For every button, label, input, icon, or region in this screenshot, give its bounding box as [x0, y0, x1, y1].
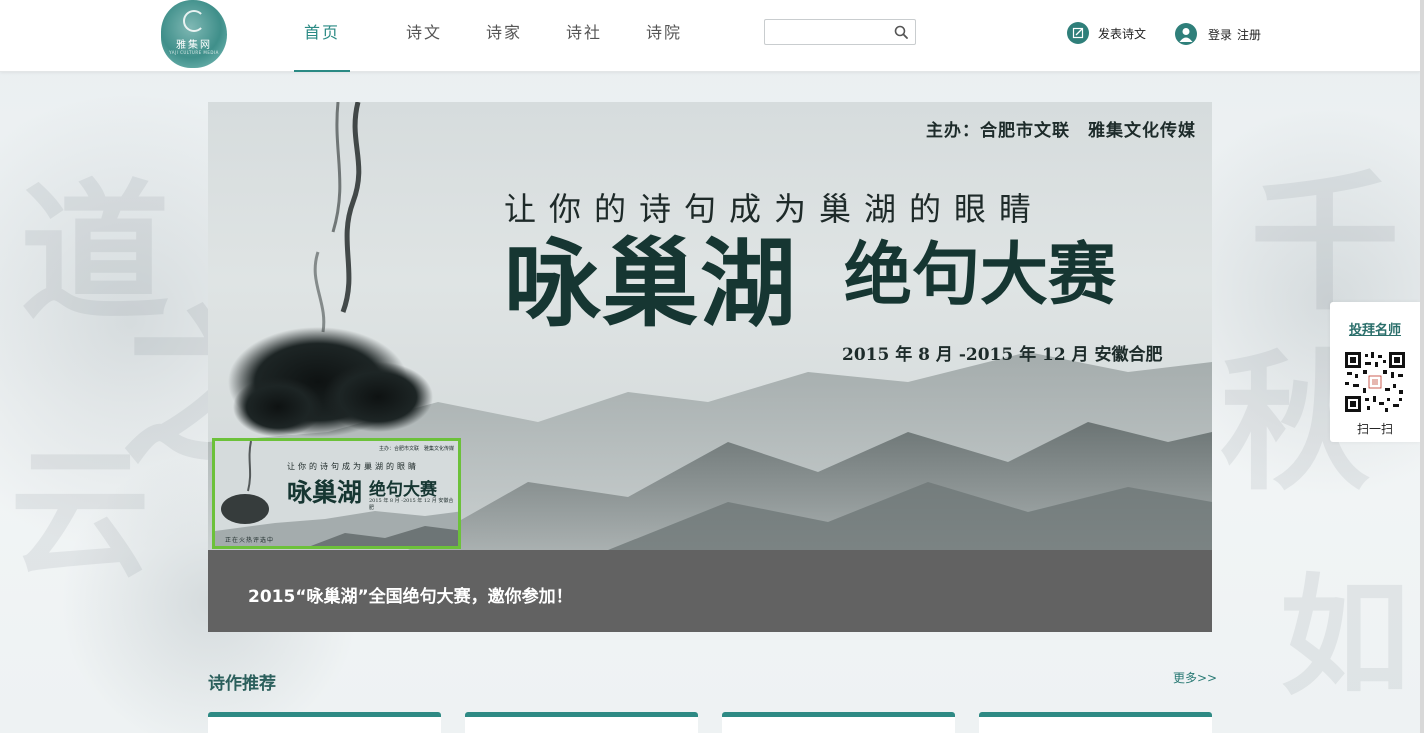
thumbnail-slogan: 让你的诗句成为巢湖的眼睛: [287, 462, 419, 471]
side-widget: 投拜名师 扫一扫: [1330, 302, 1420, 442]
thumbnail-main-title: 咏巢湖: [287, 478, 363, 507]
side-widget-title[interactable]: 投拜名师: [1330, 319, 1420, 338]
account-area: 登录 注册: [1175, 23, 1261, 45]
top-header: 雅集网 YAJI CULTURE MEDIA 首页 诗文 诗家 诗社 诗院 发表…: [0, 0, 1420, 72]
logo-text: 雅集网: [176, 40, 212, 51]
publish-label: 发表诗文: [1098, 26, 1147, 41]
nav-item-home[interactable]: 首页: [294, 0, 350, 72]
nav-item-societies[interactable]: 诗社: [544, 0, 624, 72]
banner-sponsor: 主办：合肥市文联 雅集文化传媒: [926, 121, 1196, 141]
nav-item-poems[interactable]: 诗文: [384, 0, 464, 72]
banner-main-title: 咏巢湖: [504, 227, 798, 340]
banner-date: 2015 年 8 月 -2015 年 12 月 安徽合肥: [842, 345, 1163, 365]
banner-slogan: 让你的诗句成为巢湖的眼睛: [504, 190, 1045, 228]
slide-thumbnail[interactable]: 主办：合肥市文联 雅集文化传媒 让你的诗句成为巢湖的眼睛 咏巢湖 绝句大赛 20…: [212, 438, 461, 549]
search-icon[interactable]: [894, 25, 908, 39]
site-logo[interactable]: 雅集网 YAJI CULTURE MEDIA: [161, 0, 227, 68]
poem-card[interactable]: [465, 712, 698, 733]
nav-item-poets[interactable]: 诗家: [464, 0, 544, 72]
page-scrollbar[interactable]: [1420, 0, 1424, 733]
logo-swirl-icon: [183, 10, 205, 32]
thumbnail-footer: 正在火热评选中: [225, 537, 275, 544]
logo-subtext: YAJI CULTURE MEDIA: [169, 50, 219, 55]
banner-sub-title: 绝句大赛: [844, 235, 1117, 315]
nav-item-academy[interactable]: 诗院: [624, 0, 704, 72]
user-icon: [1175, 23, 1197, 45]
poem-card[interactable]: [979, 712, 1212, 733]
thumbnail-sponsor: 主办：合肥市文联 雅集文化传媒: [378, 446, 454, 452]
thumbnail-date: 2015 年 8 月 -2015 年 12 月 安徽合肥: [369, 498, 454, 511]
edit-icon: [1067, 22, 1089, 44]
qr-code-icon: [1345, 352, 1405, 412]
publish-button[interactable]: 发表诗文: [1067, 22, 1146, 44]
main-nav: 首页 诗文 诗家 诗社 诗院: [294, 0, 704, 72]
banner-caption-link[interactable]: 2015“咏巢湖”全国绝句大赛，邀你参加！: [248, 582, 573, 607]
login-link[interactable]: 登录: [1208, 26, 1232, 43]
more-link[interactable]: 更多>>: [1173, 669, 1217, 686]
search-box: [764, 19, 916, 45]
poem-card[interactable]: [208, 712, 441, 733]
register-link[interactable]: 注册: [1237, 26, 1261, 43]
banner-caption-bar: 2015“咏巢湖”全国绝句大赛，邀你参加！: [208, 550, 1212, 632]
section-title: 诗作推荐: [208, 674, 276, 694]
poem-card[interactable]: [722, 712, 955, 733]
search-input[interactable]: [765, 20, 885, 44]
scan-label: 扫一扫: [1356, 422, 1393, 436]
